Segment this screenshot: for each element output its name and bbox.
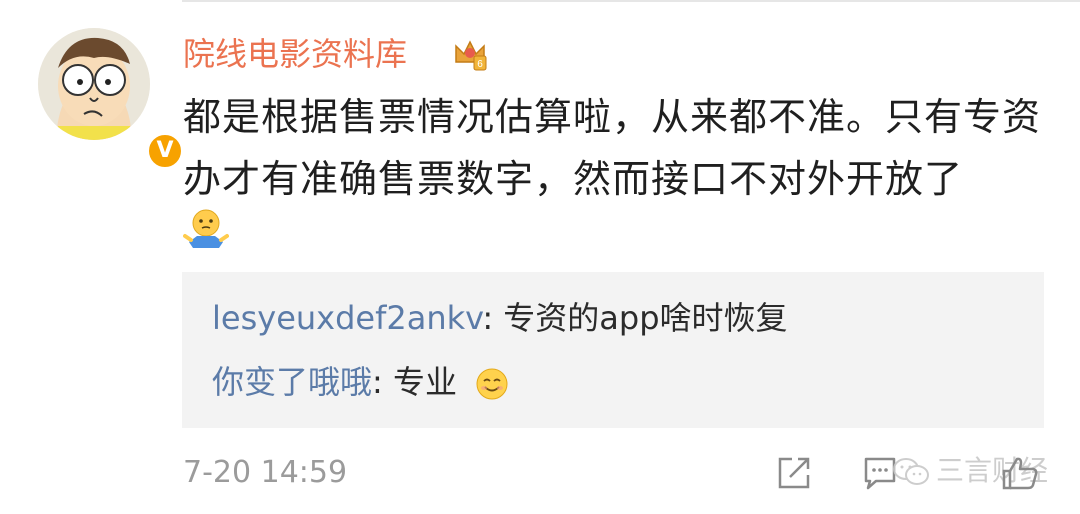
avatar[interactable]: V xyxy=(38,28,184,170)
verified-badge: V xyxy=(146,132,184,170)
reply-separator: : xyxy=(482,299,504,337)
reply-text: 专业 xyxy=(392,363,457,401)
comment-timestamp: 7-20 14:59 xyxy=(183,455,348,490)
thumbs-up-icon[interactable] xyxy=(1000,455,1040,491)
reply-author[interactable]: lesyeuxdef2ankv xyxy=(212,299,482,337)
share-icon[interactable] xyxy=(776,455,812,491)
reply-separator: : xyxy=(372,363,393,401)
smile-emoji-icon xyxy=(476,368,508,400)
reply-item[interactable]: lesyeuxdef2ankv: 专资的app啥时恢复 xyxy=(212,296,788,340)
svg-text:6: 6 xyxy=(477,59,483,70)
comment-text: 都是根据售票情况估算啦，从来都不准。只有专资办才有准确售票数字，然而接口不对外开… xyxy=(183,95,1042,201)
reply-text: 专资的app啥时恢复 xyxy=(503,299,788,337)
crown-level-badge-icon[interactable]: 6 xyxy=(452,36,488,72)
top-divider xyxy=(182,0,1080,2)
reply-author[interactable]: 你变了哦哦 xyxy=(212,363,372,401)
shrug-emoji-icon xyxy=(183,209,229,248)
username[interactable]: 院线电影资料库 xyxy=(183,32,407,76)
reply-item[interactable]: 你变了哦哦: 专业 xyxy=(212,360,509,404)
wechat-logo-icon xyxy=(893,458,929,485)
replies-panel[interactable]: lesyeuxdef2ankv: 专资的app啥时恢复 你变了哦哦: 专业 xyxy=(182,272,1044,428)
avatar-cartoon-image xyxy=(38,28,150,140)
